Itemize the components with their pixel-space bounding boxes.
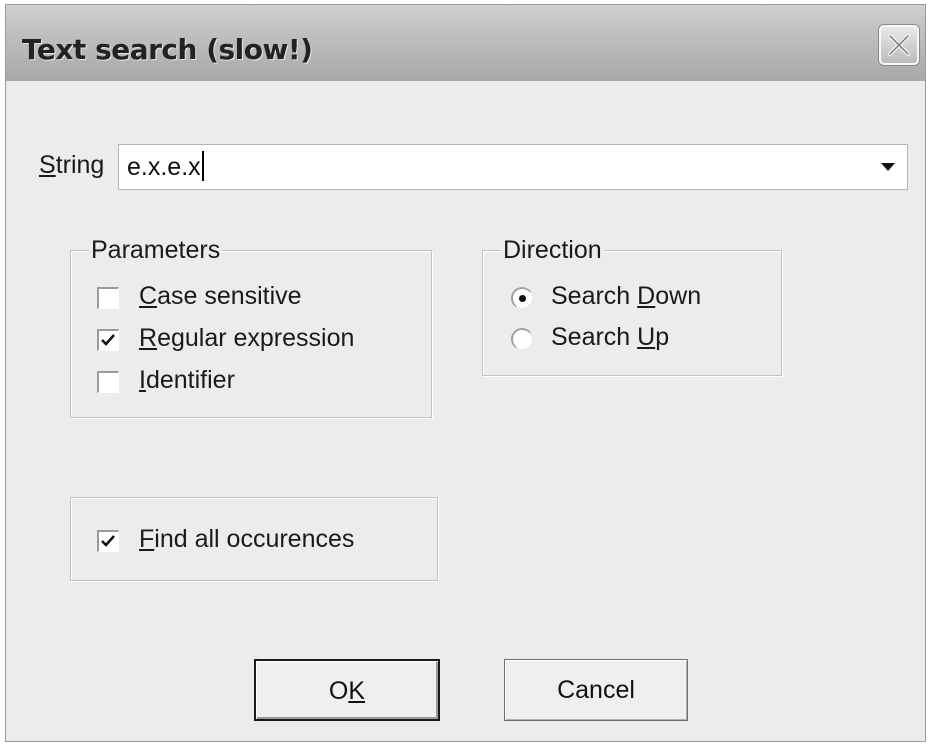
find-all-label[interactable]: Find all occurences <box>139 525 354 554</box>
parameters-title: Parameters <box>89 236 223 265</box>
string-label-mnemonic: S <box>39 151 56 179</box>
string-label: String <box>39 151 104 180</box>
text-search-dialog: Text search (slow!) String e.x.e.x Param… <box>5 4 926 742</box>
search-down-mnemonic: D <box>637 282 656 310</box>
search-down-rest: own <box>655 282 702 310</box>
case-sensitive-checkbox[interactable] <box>97 287 119 309</box>
case-sensitive-label[interactable]: Case sensitive <box>139 282 302 311</box>
case-sensitive-mnemonic: C <box>139 282 158 310</box>
ok-label-mnemonic: K <box>348 677 366 705</box>
dropdown-button[interactable] <box>869 147 905 187</box>
dropdown-arrow-icon <box>881 163 895 171</box>
checkmark-icon <box>101 535 115 547</box>
regular-expression-mnemonic: R <box>139 324 158 352</box>
search-down-radio[interactable] <box>511 287 533 309</box>
regular-expression-label[interactable]: Regular expression <box>139 324 354 353</box>
parameters-group: Parameters Case sensitive Regular expres… <box>70 236 432 418</box>
find-all-rest: ind all occurences <box>154 525 355 553</box>
identifier-rest: dentifier <box>145 366 235 394</box>
title-bar[interactable]: Text search (slow!) <box>6 5 925 81</box>
search-string-value[interactable]: e.x.e.x <box>127 153 201 182</box>
checkmark-icon <box>101 334 115 346</box>
ok-label-prefix: O <box>328 677 349 705</box>
identifier-mnemonic: I <box>139 366 146 394</box>
search-up-mnemonic: U <box>637 323 656 351</box>
search-string-combobox[interactable]: e.x.e.x <box>118 144 908 190</box>
find-all-group: Find all occurences <box>70 497 438 581</box>
direction-group: Direction Search Down Search Up <box>482 236 782 376</box>
close-button[interactable] <box>879 25 919 65</box>
direction-title: Direction <box>501 236 604 265</box>
ok-button[interactable]: OK <box>254 659 440 721</box>
identifier-label[interactable]: Identifier <box>139 366 235 395</box>
search-down-before: Search <box>551 282 638 310</box>
search-up-rest: p <box>655 323 670 351</box>
search-up-label[interactable]: Search Up <box>551 323 669 352</box>
find-all-mnemonic: F <box>139 525 155 553</box>
window-title: Text search (slow!) <box>22 33 313 66</box>
case-sensitive-rest: ase sensitive <box>157 282 302 310</box>
search-down-label[interactable]: Search Down <box>551 282 701 311</box>
cancel-button[interactable]: Cancel <box>504 659 688 721</box>
close-icon <box>888 34 910 56</box>
radio-selected-dot <box>519 295 526 302</box>
regular-expression-rest: egular expression <box>157 324 355 352</box>
search-up-radio[interactable] <box>511 328 533 350</box>
text-caret <box>202 151 204 181</box>
identifier-checkbox[interactable] <box>97 371 119 393</box>
search-up-before: Search <box>551 323 638 351</box>
string-label-rest: tring <box>55 151 105 179</box>
find-all-checkbox[interactable] <box>97 530 119 552</box>
regular-expression-checkbox[interactable] <box>97 329 119 351</box>
